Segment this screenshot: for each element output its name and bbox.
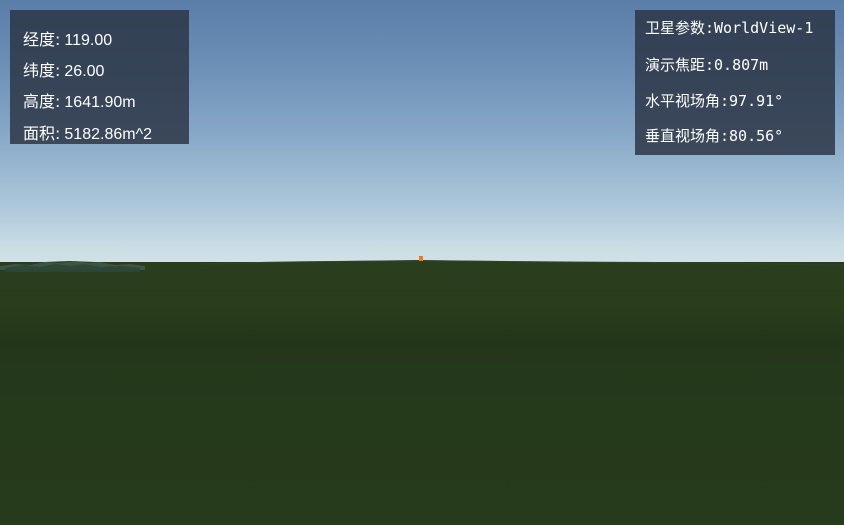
latitude-row: 纬度: 26.00 (23, 61, 104, 82)
location-info-panel: 经度: 119.00 纬度: 26.00 高度: 1641.90m 面积: 5182.8… (10, 10, 189, 144)
altitude-row: 高度: 1641.90m (23, 92, 136, 113)
satellite-params-text: 卫星参数:WorldView-1 (645, 19, 814, 37)
altitude-label: 高度: (23, 92, 61, 111)
area-value: 5182.86m^2 (64, 126, 152, 143)
area-row: 面积: 5182.86m^2 (23, 124, 152, 145)
vertical-fov-text: 垂直视场角:80.56° (645, 127, 784, 145)
longitude-value: 119.00 (64, 32, 113, 49)
globe-viewport[interactable]: 经度: 119.00 纬度: 26.00 高度: 1641.90m 面积: 5182.8… (0, 0, 844, 525)
horizontal-fov-text: 水平视场角:97.91° (645, 92, 784, 110)
latitude-label: 纬度: (23, 61, 61, 80)
location-marker[interactable] (419, 256, 423, 261)
satellite-info-panel: 卫星参数:WorldView-1 演示焦距:0.807m 水平视场角:97.91… (635, 10, 835, 155)
focal-length-text: 演示焦距:0.807m (645, 56, 769, 74)
area-label: 面积: (23, 124, 61, 143)
longitude-label: 经度: (23, 30, 61, 49)
longitude-row: 经度: 119.00 (23, 30, 112, 51)
altitude-value: 1641.90m (64, 94, 136, 111)
latitude-value: 26.00 (64, 63, 105, 80)
